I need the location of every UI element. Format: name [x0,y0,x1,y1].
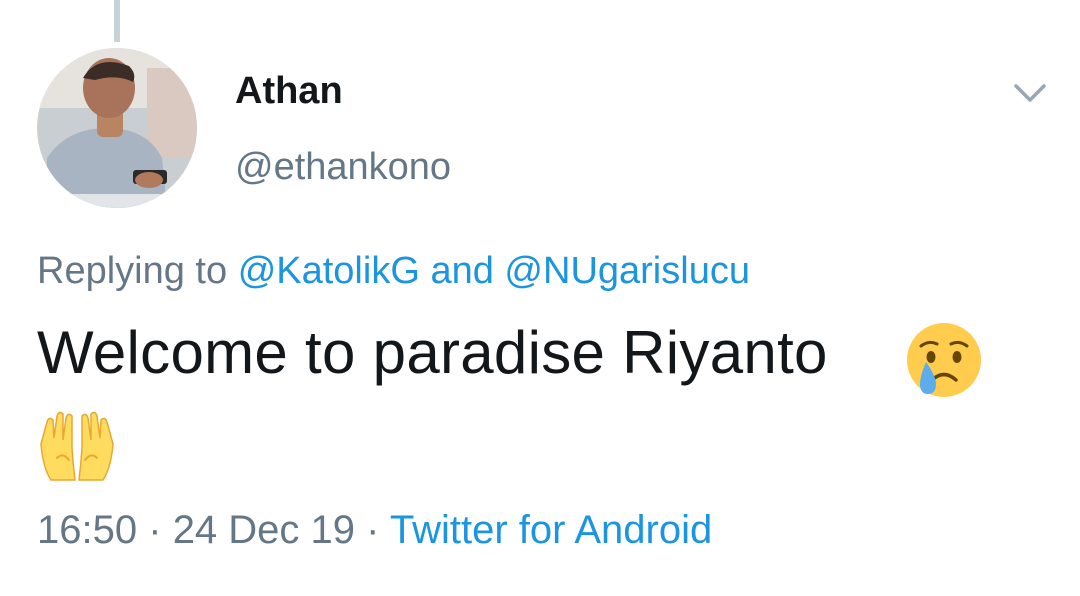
mention-link-nugarislucu[interactable]: @NUgarislucu [504,250,750,292]
palms-up-together-emoji-icon [37,408,117,484]
tweet-meta-line: 16:50 · 24 Dec 19 · Twitter for Android [37,508,712,553]
crying-face-emoji-icon [904,320,984,400]
avatar-image [37,48,197,208]
author-handle[interactable]: @ethankono [235,146,451,189]
avatar[interactable] [37,48,197,208]
chevron-down-icon[interactable] [1010,76,1050,108]
thread-connector-line [114,0,120,42]
tweet-time: 16:50 [37,508,138,552]
author-display-name[interactable]: Athan [235,70,343,113]
meta-separator: · [366,508,380,552]
meta-separator: · [148,508,162,552]
replying-to-line: Replying to @KatolikG and @NUgarislucu [37,250,750,293]
tweet-text: Welcome to paradise Riyanto [37,319,828,386]
reply-joiner: and [430,250,494,292]
tweet-source-link[interactable]: Twitter for Android [390,508,712,552]
mention-link-katolikg[interactable]: @KatolikG [238,250,420,292]
tweet-date: 24 Dec 19 [172,508,356,552]
replying-to-label: Replying to [37,250,228,292]
